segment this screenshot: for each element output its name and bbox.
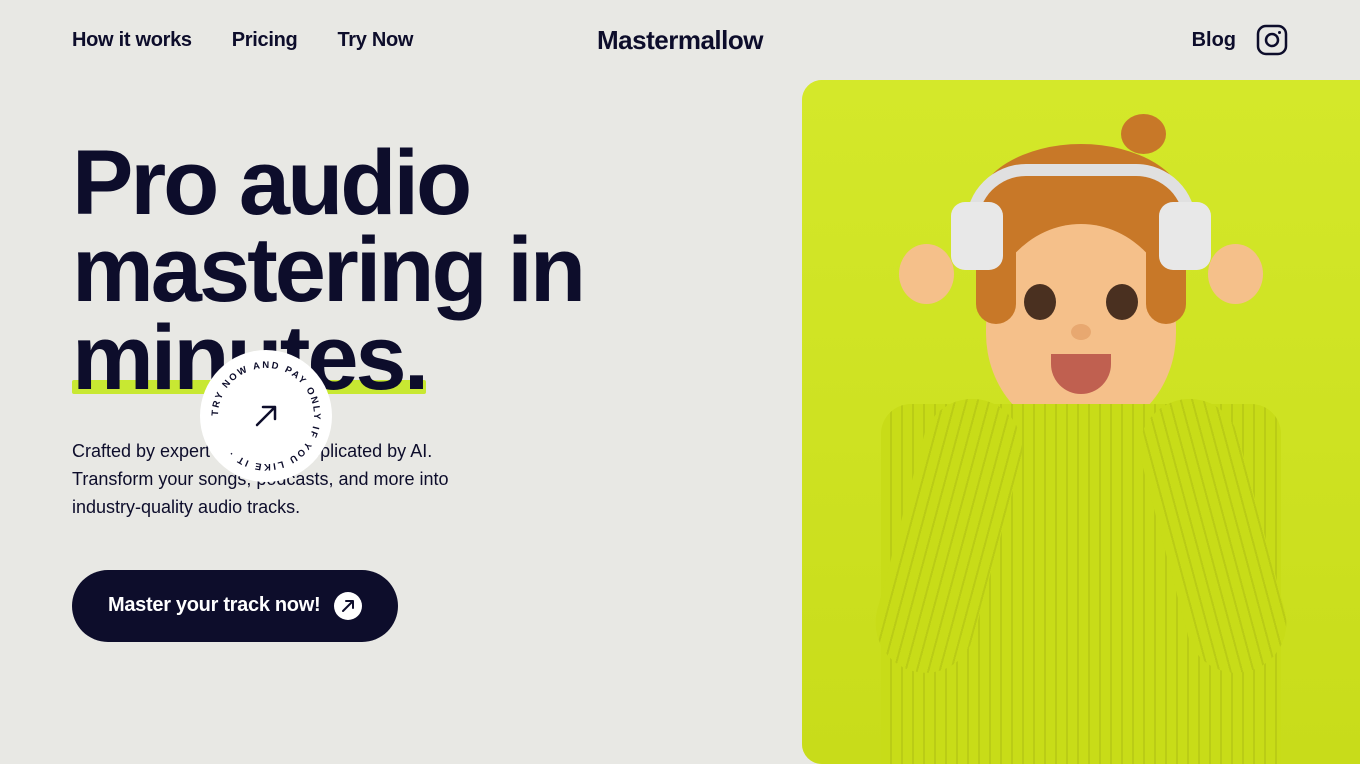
badge-inner: TRY NOW AND PAY ONLY IF YOU LIKE IT · — [200, 350, 332, 482]
mouth — [1051, 354, 1111, 394]
hero-section: Pro audio mastering in minutes. Crafted … — [0, 80, 1360, 764]
headphone-right-cup — [1159, 202, 1211, 270]
cta-arrow-icon — [334, 592, 362, 620]
instagram-icon[interactable] — [1256, 24, 1288, 56]
hero-title-line1: Pro audio — [72, 140, 652, 227]
nav-link-try-now[interactable]: Try Now — [337, 29, 413, 52]
left-eye — [1024, 284, 1056, 320]
right-eye — [1106, 284, 1138, 320]
brand-name[interactable]: Mastermallow — [597, 25, 763, 55]
nav-right: Blog — [1192, 24, 1288, 56]
hero-title-line3: minutes. — [72, 315, 652, 402]
headphone-left-cup — [951, 202, 1003, 270]
hero-image-panel — [802, 80, 1360, 764]
left-hand — [899, 244, 954, 304]
nose — [1071, 324, 1091, 340]
navbar: How it works Pricing Try Now Mastermallo… — [0, 0, 1360, 80]
hair-bun — [1121, 114, 1166, 154]
hero-title: Pro audio mastering in minutes. — [72, 140, 652, 402]
cta-button-label: Master your track now! — [108, 594, 320, 617]
person-figure — [861, 144, 1301, 764]
badge-arrow-icon — [252, 402, 280, 430]
nav-left: How it works Pricing Try Now — [72, 29, 413, 52]
circular-badge[interactable]: TRY NOW AND PAY ONLY IF YOU LIKE IT · — [200, 350, 332, 482]
nav-link-how-it-works[interactable]: How it works — [72, 29, 192, 52]
brand-logo-area: Mastermallow — [597, 25, 763, 56]
badge-arrow — [247, 397, 285, 435]
right-hand — [1208, 244, 1263, 304]
hero-left-content: Pro audio mastering in minutes. Crafted … — [72, 140, 652, 642]
hero-title-line2: mastering in — [72, 227, 652, 314]
cta-button[interactable]: Master your track now! — [72, 570, 398, 642]
hero-image-bg — [802, 80, 1360, 764]
nav-link-blog[interactable]: Blog — [1192, 29, 1236, 52]
nav-link-pricing[interactable]: Pricing — [232, 29, 298, 52]
headphones — [951, 164, 1211, 274]
